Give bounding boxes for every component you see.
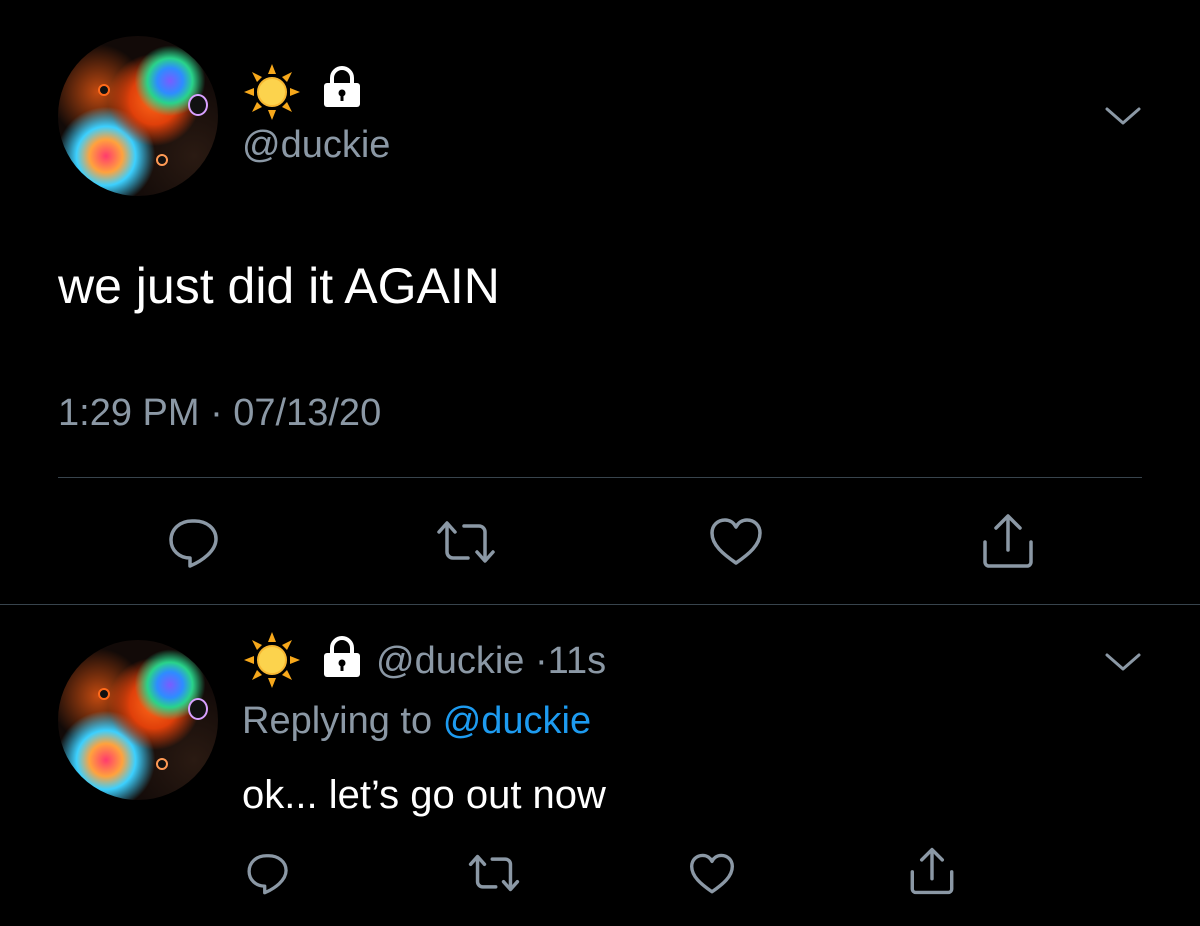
divider <box>0 604 1200 605</box>
lock-icon <box>324 66 360 107</box>
like-icon[interactable] <box>688 852 736 896</box>
sun-icon <box>244 64 300 120</box>
relative-time[interactable]: 11s <box>548 640 606 682</box>
reply-icon[interactable] <box>166 514 222 570</box>
retweet-icon[interactable] <box>436 518 496 566</box>
mention-link[interactable]: @duckie <box>443 700 591 742</box>
lock-icon <box>324 636 360 677</box>
share-icon[interactable] <box>908 846 956 896</box>
replying-to: Replying to @duckie <box>242 698 591 744</box>
chevron-down-icon[interactable] <box>1104 650 1142 674</box>
username[interactable]: @duckie <box>376 640 524 682</box>
like-icon[interactable] <box>708 516 764 568</box>
chevron-down-icon[interactable] <box>1104 104 1142 128</box>
reply-icon[interactable] <box>244 850 292 896</box>
timestamp[interactable]: 1:29 PM · 07/13/20 <box>58 390 381 436</box>
share-icon[interactable] <box>980 512 1036 570</box>
avatar[interactable] <box>58 36 218 196</box>
replying-prefix: Replying to <box>242 700 433 742</box>
username[interactable]: @duckie <box>242 122 390 168</box>
divider <box>58 477 1142 478</box>
sun-icon <box>244 632 300 688</box>
retweet-icon[interactable] <box>468 852 520 894</box>
avatar[interactable] <box>58 640 218 800</box>
tweet-text: ok... let’s go out now <box>242 773 606 817</box>
tweet-thread: @duckie we just did it AGAIN 1:29 PM · 0… <box>0 0 1200 926</box>
reply-meta: @duckie ·11s <box>376 638 606 684</box>
tweet-text: we just did it AGAIN <box>58 258 500 314</box>
meta-separator: · <box>534 640 548 682</box>
